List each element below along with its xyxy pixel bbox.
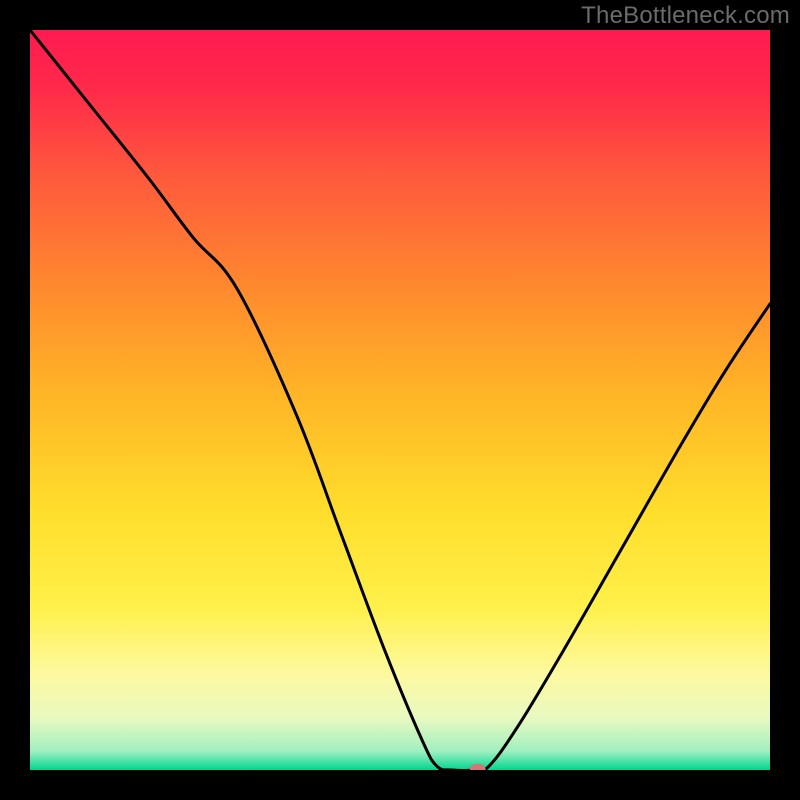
bottleneck-chart <box>0 0 800 800</box>
plot-area <box>30 30 770 776</box>
watermark-text: TheBottleneck.com <box>581 2 790 30</box>
chart-container: TheBottleneck.com <box>0 0 800 800</box>
gradient-background <box>30 30 770 770</box>
